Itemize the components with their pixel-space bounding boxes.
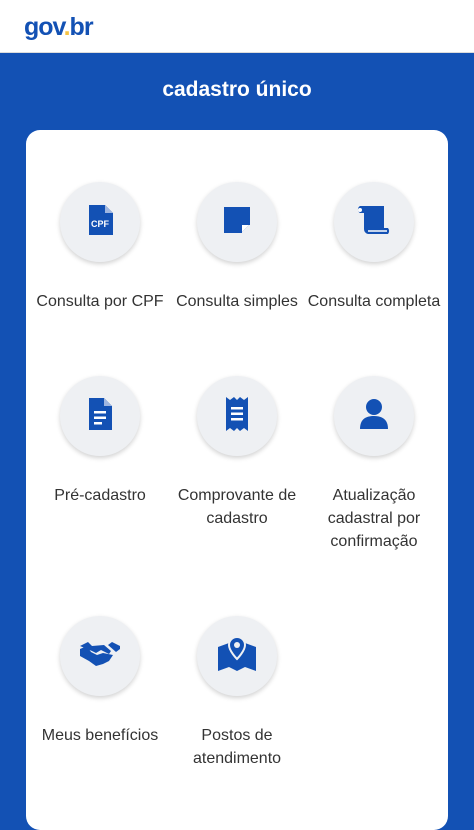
service-meus-beneficios[interactable]: Meus benefícios (30, 616, 170, 747)
service-consulta-simples[interactable]: Consulta simples (167, 182, 307, 313)
service-comprovante-cadastro[interactable]: Comprovante de cadastro (167, 376, 307, 530)
service-icon-circle (197, 182, 277, 262)
service-icon-circle (334, 182, 414, 262)
service-label: Consulta simples (176, 293, 298, 310)
service-icon-circle (334, 376, 414, 456)
service-icon-circle (197, 616, 277, 696)
top-bar: gov.br (0, 0, 474, 53)
service-pre-cadastro[interactable]: Pré-cadastro (30, 376, 170, 507)
scroll-icon (354, 204, 394, 241)
service-label: Consulta completa (307, 293, 441, 310)
service-icon-circle (60, 616, 140, 696)
service-consulta-completa[interactable]: Consulta completa (304, 182, 444, 313)
services-card: CPF Consulta por CPF Consulta simples Co… (26, 130, 448, 830)
service-icon-circle (197, 376, 277, 456)
service-atualizacao-cadastral[interactable]: Atualização cadastral por confirmação (304, 376, 444, 553)
cpf-document-icon: CPF (86, 204, 114, 241)
logo-gov: gov (24, 13, 65, 41)
page-title: cadastro único (162, 78, 312, 101)
service-icon-circle: CPF (60, 182, 140, 262)
sticky-note-icon (222, 205, 252, 240)
service-label: Comprovante de cadastro (177, 487, 297, 527)
map-pin-icon (217, 635, 257, 677)
cpf-icon-text: CPF (91, 219, 110, 229)
logo-br: br (69, 13, 94, 41)
service-consulta-cpf[interactable]: CPF Consulta por CPF (30, 182, 170, 313)
document-lines-icon (86, 397, 114, 436)
handshake-icon (79, 640, 121, 673)
service-label: Postos de atendimento (192, 727, 282, 767)
user-icon (359, 398, 389, 435)
service-label: Consulta por CPF (36, 293, 164, 310)
service-postos-atendimento[interactable]: Postos de atendimento (167, 616, 307, 770)
service-label: Pré-cadastro (54, 487, 146, 504)
service-icon-circle (60, 376, 140, 456)
govbr-logo[interactable]: gov.br (24, 12, 94, 42)
receipt-icon (224, 396, 250, 437)
service-label: Meus benefícios (41, 727, 159, 744)
service-label: Atualização cadastral por confirmação (327, 487, 421, 550)
